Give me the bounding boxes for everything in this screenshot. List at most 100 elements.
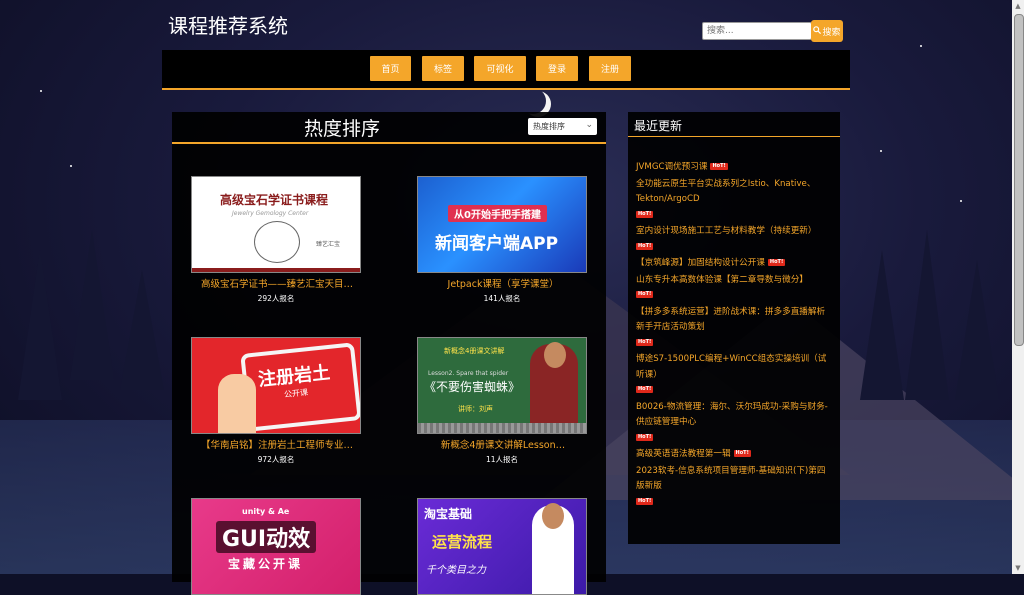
hot-badge: HoT! bbox=[636, 242, 654, 250]
nav-item-tags[interactable]: 标签 bbox=[422, 56, 464, 81]
hot-badge: HoT! bbox=[767, 259, 786, 266]
thumb-top-text: unity & Ae bbox=[242, 507, 290, 516]
thumb-pill: 从0开始手把手搭建 bbox=[448, 205, 547, 222]
update-link[interactable]: 室内设计现场施工工艺与材料教学（持续更新） bbox=[636, 226, 816, 236]
update-item[interactable]: 山东专升本高数体验课【第二章导数与微分】 HoT! bbox=[636, 273, 832, 304]
tree bbox=[905, 230, 949, 400]
star bbox=[960, 200, 962, 202]
nav-item-login[interactable]: 登录 bbox=[536, 56, 578, 81]
course-title[interactable]: 高级宝石学证书——臻艺汇宝天目… bbox=[191, 276, 363, 290]
tree bbox=[70, 230, 114, 380]
hot-badge: HoT! bbox=[636, 291, 654, 298]
search-button-label: 搜索 bbox=[822, 27, 841, 38]
enrollment-count: 292人报名 bbox=[257, 294, 295, 303]
update-link[interactable]: 山东专升本高数体验课【第二章导数与微分】 bbox=[636, 275, 808, 285]
hot-badge: HoT! bbox=[710, 163, 728, 170]
course-thumbnail[interactable]: 新概念4册课文讲解 Lesson2. Spare that spider 《不要… bbox=[417, 337, 587, 434]
course-thumbnail[interactable]: 注册岩土 公开课 bbox=[191, 337, 361, 434]
thumb-subtext: Jewelry Gemology Center bbox=[232, 210, 309, 217]
sidebar-header: 最近更新 bbox=[628, 112, 840, 137]
thumb-text: 高级宝石学证书课程 bbox=[220, 193, 329, 207]
course-card[interactable]: 从0开始手把手搭建 新闻客户端APP Jetpack课程（享学课堂） 141人报… bbox=[417, 176, 587, 304]
scroll-up-icon[interactable]: ▲ bbox=[1014, 2, 1022, 10]
hot-badge: HoT! bbox=[636, 338, 654, 346]
course-title[interactable]: Jetpack课程（享学课堂） bbox=[417, 276, 589, 290]
update-item[interactable]: 2023软考-信息系统项目管理师-基础知识(下)第四版新版 HoT! bbox=[636, 464, 832, 511]
thumb-headline: 《不要伤害蜘蛛》 bbox=[424, 380, 521, 394]
chevron-down-icon: ⌄ bbox=[585, 120, 593, 130]
course-title[interactable]: 新概念4册课文讲解Lesson… bbox=[417, 437, 589, 451]
navbar: 首页 标签 可视化 登录 注册 bbox=[162, 50, 850, 90]
search-button[interactable]: 搜索 bbox=[811, 20, 843, 42]
update-link[interactable]: 2023软考-信息系统项目管理师-基础知识(下)第四版新版 bbox=[636, 466, 825, 492]
hot-badge: HoT! bbox=[733, 450, 751, 457]
hot-badge: HoT! bbox=[636, 386, 654, 393]
update-link[interactable]: 【拼多多系统运营】进阶战术课：拼多多直播解析新手开店活动策划 bbox=[636, 307, 825, 333]
course-title[interactable]: 【华南启铭】注册岩土工程师专业… bbox=[191, 437, 363, 451]
thumb-bar bbox=[192, 268, 360, 272]
update-item[interactable]: 【拼多多系统运营】进阶战术课：拼多多直播解析新手开店活动策划 HoT! bbox=[636, 305, 832, 352]
enrollment-count: 972人报名 bbox=[257, 455, 295, 464]
star bbox=[70, 165, 72, 167]
update-item[interactable]: B0026-物流管理：海尔、沃尔玛成功-采购与财务-供应链管理中心 HoT! bbox=[636, 400, 832, 447]
course-card[interactable]: 高级宝石学证书课程 Jewelry Gemology Center 臻艺汇宝 高… bbox=[191, 176, 361, 304]
search-input[interactable] bbox=[702, 22, 812, 40]
course-card[interactable]: unity & Ae GUI动效 宝藏公开课 bbox=[191, 498, 361, 595]
course-card[interactable]: 淘宝基础 运营流程 千个类目之力 bbox=[417, 498, 587, 595]
thumb-logo: 臻艺汇宝 bbox=[315, 241, 340, 248]
scrollbar-thumb[interactable] bbox=[1014, 14, 1024, 346]
update-link[interactable]: 博途S7-1500PLC编程+WinCC组态实操培训（试听课） bbox=[636, 354, 826, 380]
update-link[interactable]: 高级英语语法教程第一辑 bbox=[636, 449, 731, 459]
face-illustration bbox=[542, 503, 564, 529]
course-card[interactable]: 注册岩土 公开课 【华南启铭】注册岩土工程师专业… 972人报名 bbox=[191, 337, 361, 465]
star bbox=[880, 150, 882, 152]
site-title: 课程推荐系统 bbox=[168, 14, 288, 38]
enrollment-count: 141人报名 bbox=[483, 294, 521, 303]
sort-select[interactable]: 热度排序 ⌄ bbox=[528, 118, 597, 135]
enrollment-count: 11人报名 bbox=[485, 455, 519, 464]
bookshelf-illustration bbox=[418, 423, 586, 433]
course-thumbnail[interactable]: 淘宝基础 运营流程 千个类目之力 bbox=[417, 498, 587, 595]
update-item[interactable]: 全功能云原生平台实战系列之Istio、Knative、Tekton/ArgoCD… bbox=[636, 177, 832, 224]
thumb-subtext: Lesson2. Spare that spider bbox=[428, 370, 509, 377]
recent-updates-panel: 最近更新 JVMGC调优预习课 HoT! 全功能云原生平台实战系列之Istio、K… bbox=[628, 112, 840, 544]
nav-item-visualization[interactable]: 可视化 bbox=[474, 56, 526, 81]
search-icon bbox=[813, 25, 822, 37]
star bbox=[40, 90, 42, 92]
update-link[interactable]: 全功能云原生平台实战系列之Istio、Knative、Tekton/ArgoCD bbox=[636, 179, 815, 205]
thumb-headline: GUI动效 bbox=[216, 521, 317, 553]
thumb-lecturer: 讲师：刘声 bbox=[458, 405, 493, 413]
nav-item-home[interactable]: 首页 bbox=[370, 56, 411, 81]
star bbox=[920, 45, 922, 47]
course-card[interactable]: 新概念4册课文讲解 Lesson2. Spare that spider 《不要… bbox=[417, 337, 587, 465]
update-item[interactable]: 高级英语语法教程第一辑 HoT! bbox=[636, 447, 832, 463]
thumb-top-text: 新概念4册课文讲解 bbox=[444, 347, 505, 355]
panel-header: 热度排序 热度排序 ⌄ bbox=[172, 112, 606, 144]
update-item[interactable]: 室内设计现场施工工艺与材料教学（持续更新） HoT! bbox=[636, 224, 832, 255]
update-link[interactable]: JVMGC调优预习课 bbox=[636, 162, 707, 172]
thumb-headline: 新闻客户端APP bbox=[435, 234, 559, 254]
course-thumbnail[interactable]: 高级宝石学证书课程 Jewelry Gemology Center 臻艺汇宝 bbox=[191, 176, 361, 273]
sidebar-title: 最近更新 bbox=[634, 119, 683, 133]
tree bbox=[18, 250, 62, 400]
update-link[interactable]: 【京筑峰源】加固结构设计公开课 bbox=[636, 258, 765, 268]
sort-select-value: 热度排序 bbox=[533, 122, 565, 131]
tree bbox=[120, 270, 164, 390]
update-item[interactable]: 博途S7-1500PLC编程+WinCC组态实操培训（试听课） HoT! bbox=[636, 352, 832, 399]
thumb-top-text: 淘宝基础 bbox=[424, 507, 473, 521]
hand-illustration bbox=[218, 374, 256, 433]
course-thumbnail[interactable]: 从0开始手把手搭建 新闻客户端APP bbox=[417, 176, 587, 273]
page-scrollbar[interactable]: ▲ ▼ bbox=[1012, 0, 1024, 574]
recent-updates-list: JVMGC调优预习课 HoT! 全功能云原生平台实战系列之Istio、Knativ… bbox=[636, 160, 832, 511]
tree bbox=[955, 260, 999, 400]
panel-title: 热度排序 bbox=[304, 118, 381, 140]
update-link[interactable]: B0026-物流管理：海尔、沃尔玛成功-采购与财务-供应链管理中心 bbox=[636, 402, 828, 428]
hot-badge: HoT! bbox=[636, 497, 654, 505]
gem-icon bbox=[254, 221, 300, 263]
update-item[interactable]: JVMGC调优预习课 HoT! bbox=[636, 160, 832, 176]
nav-item-register[interactable]: 注册 bbox=[589, 56, 631, 81]
course-thumbnail[interactable]: unity & Ae GUI动效 宝藏公开课 bbox=[191, 498, 361, 595]
moon bbox=[520, 88, 546, 114]
update-item[interactable]: 【京筑峰源】加固结构设计公开课 HoT! bbox=[636, 256, 832, 272]
scroll-down-icon[interactable]: ▼ bbox=[1014, 564, 1022, 572]
